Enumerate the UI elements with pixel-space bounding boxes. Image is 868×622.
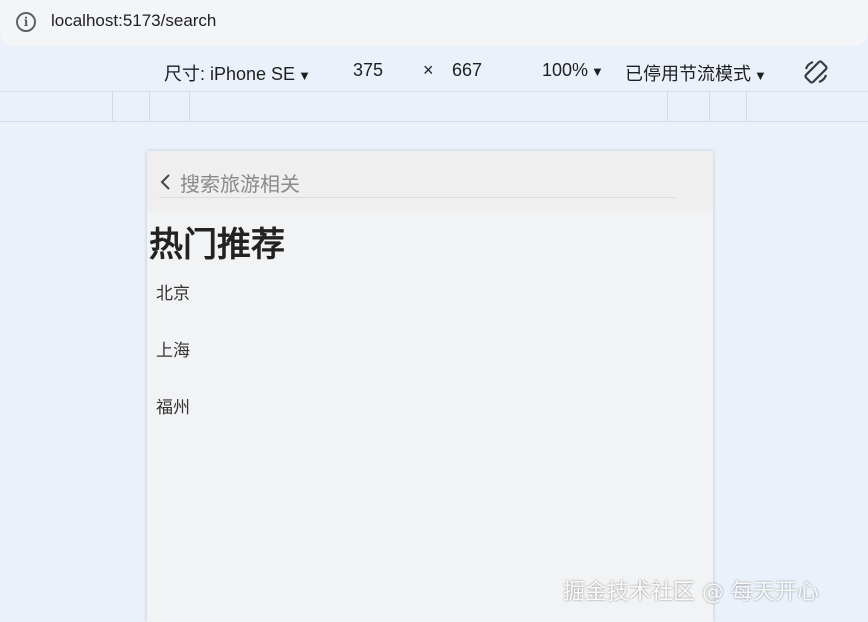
device-select[interactable]: 尺寸: iPhone SE ▼ <box>164 60 311 86</box>
caret-down-icon: ▼ <box>298 68 311 83</box>
throttling-select[interactable]: 已停用节流模式 ▼ <box>625 60 767 86</box>
device-viewport: 搜索旅游相关 热门推荐 北京 上海 福州 <box>147 151 713 622</box>
city-list: 北京 上海 福州 <box>156 282 190 453</box>
info-icon[interactable]: i <box>16 12 36 32</box>
zoom-select[interactable]: 100% ▼ <box>542 60 604 81</box>
media-query-ruler <box>0 92 868 122</box>
header-divider <box>159 197 676 198</box>
ruler-tick <box>112 92 113 122</box>
ruler-tick <box>746 92 747 122</box>
device-toolbar: 尺寸: iPhone SE ▼ 375 × 667 100% ▼ 已停用节流模式 ▼ <box>0 52 868 92</box>
caret-down-icon: ▼ <box>591 64 604 79</box>
city-item-beijing[interactable]: 北京 <box>156 282 190 339</box>
ruler-tick <box>667 92 668 122</box>
device-select-label: 尺寸: iPhone SE <box>164 64 296 84</box>
ruler-tick <box>189 92 190 122</box>
city-item-fuzhou[interactable]: 福州 <box>156 396 190 453</box>
ruler-tick <box>709 92 710 122</box>
height-input[interactable]: 667 <box>452 60 482 81</box>
throttling-select-label: 已停用节流模式 <box>625 64 751 84</box>
url-text[interactable]: localhost:5173/search <box>51 11 216 31</box>
watermark: 掘金技术社区 @ 每天开心 <box>563 580 819 605</box>
city-item-shanghai[interactable]: 上海 <box>156 339 190 396</box>
rotate-icon[interactable] <box>802 58 830 86</box>
caret-down-icon: ▼ <box>754 68 767 83</box>
search-header: 搜索旅游相关 <box>147 151 713 211</box>
address-bar: i localhost:5173/search <box>0 0 868 46</box>
zoom-select-label: 100% <box>542 60 589 80</box>
section-title: 热门推荐 <box>149 225 285 265</box>
width-input[interactable]: 375 <box>353 60 383 81</box>
back-arrow-icon[interactable] <box>159 171 173 193</box>
search-input[interactable]: 搜索旅游相关 <box>180 168 300 197</box>
ruler-tick <box>149 92 150 122</box>
times-icon: × <box>423 60 434 80</box>
